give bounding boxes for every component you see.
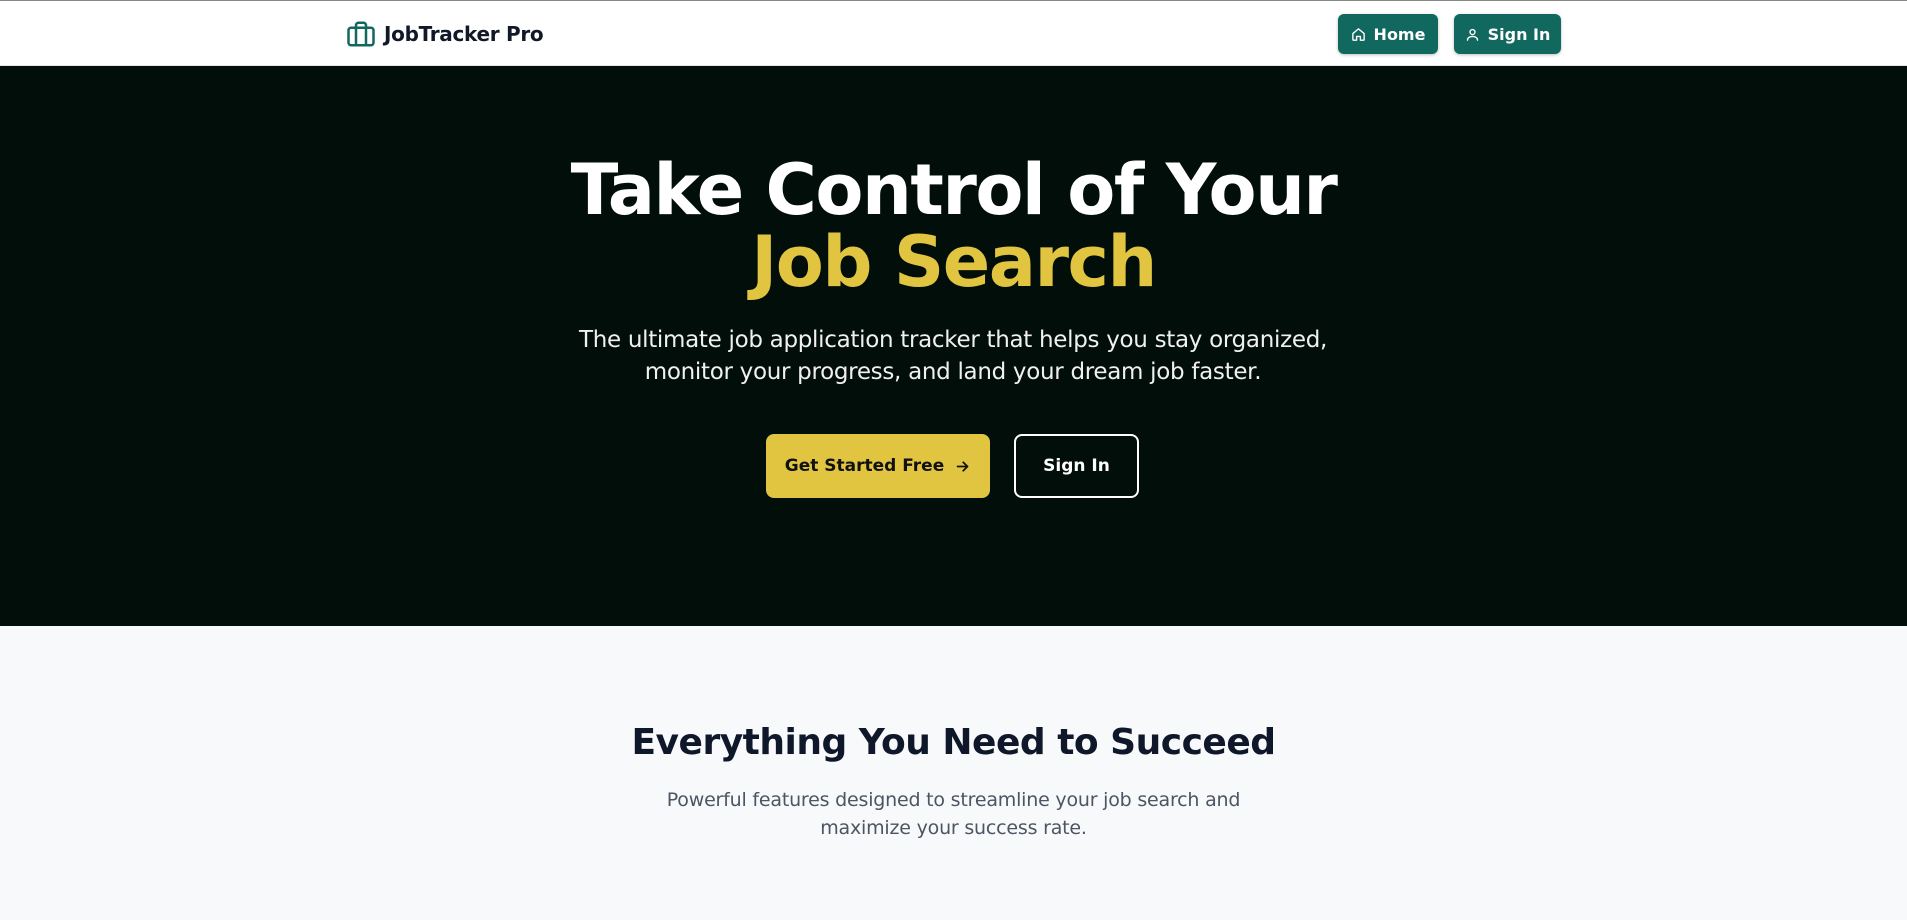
briefcase-icon — [346, 19, 376, 49]
home-button[interactable]: Home — [1338, 14, 1438, 54]
nav-sign-in-button[interactable]: Sign In — [1454, 14, 1561, 54]
get-started-label: Get Started Free — [784, 456, 945, 476]
nav-sign-in-label: Sign In — [1487, 24, 1551, 44]
hero-title-line-1: Take Control of Your — [570, 149, 1338, 231]
get-started-button[interactable]: Get Started Free — [766, 434, 990, 498]
navbar: JobTracker Pro Home Sign In — [0, 0, 1907, 66]
brand-name: JobTracker Pro — [384, 22, 544, 46]
home-icon — [1351, 27, 1366, 42]
user-icon — [1465, 27, 1480, 42]
features-subtitle: Powerful features designed to streamline… — [666, 789, 1241, 839]
arrow-right-icon — [954, 458, 971, 475]
hero-section: Take Control of Your Job Search The ulti… — [0, 66, 1907, 626]
hero-sign-in-label: Sign In — [1043, 456, 1110, 476]
hero-title-line-2: Job Search — [751, 221, 1157, 303]
hero-sign-in-button[interactable]: Sign In — [1014, 434, 1139, 498]
brand[interactable]: JobTracker Pro — [346, 19, 544, 49]
home-button-label: Home — [1373, 24, 1426, 44]
features-title: Everything You Need to Succeed — [631, 722, 1276, 763]
features-section: Everything You Need to Succeed Powerful … — [0, 626, 1907, 920]
hero-subtitle: The ultimate job application tracker tha… — [578, 327, 1328, 385]
